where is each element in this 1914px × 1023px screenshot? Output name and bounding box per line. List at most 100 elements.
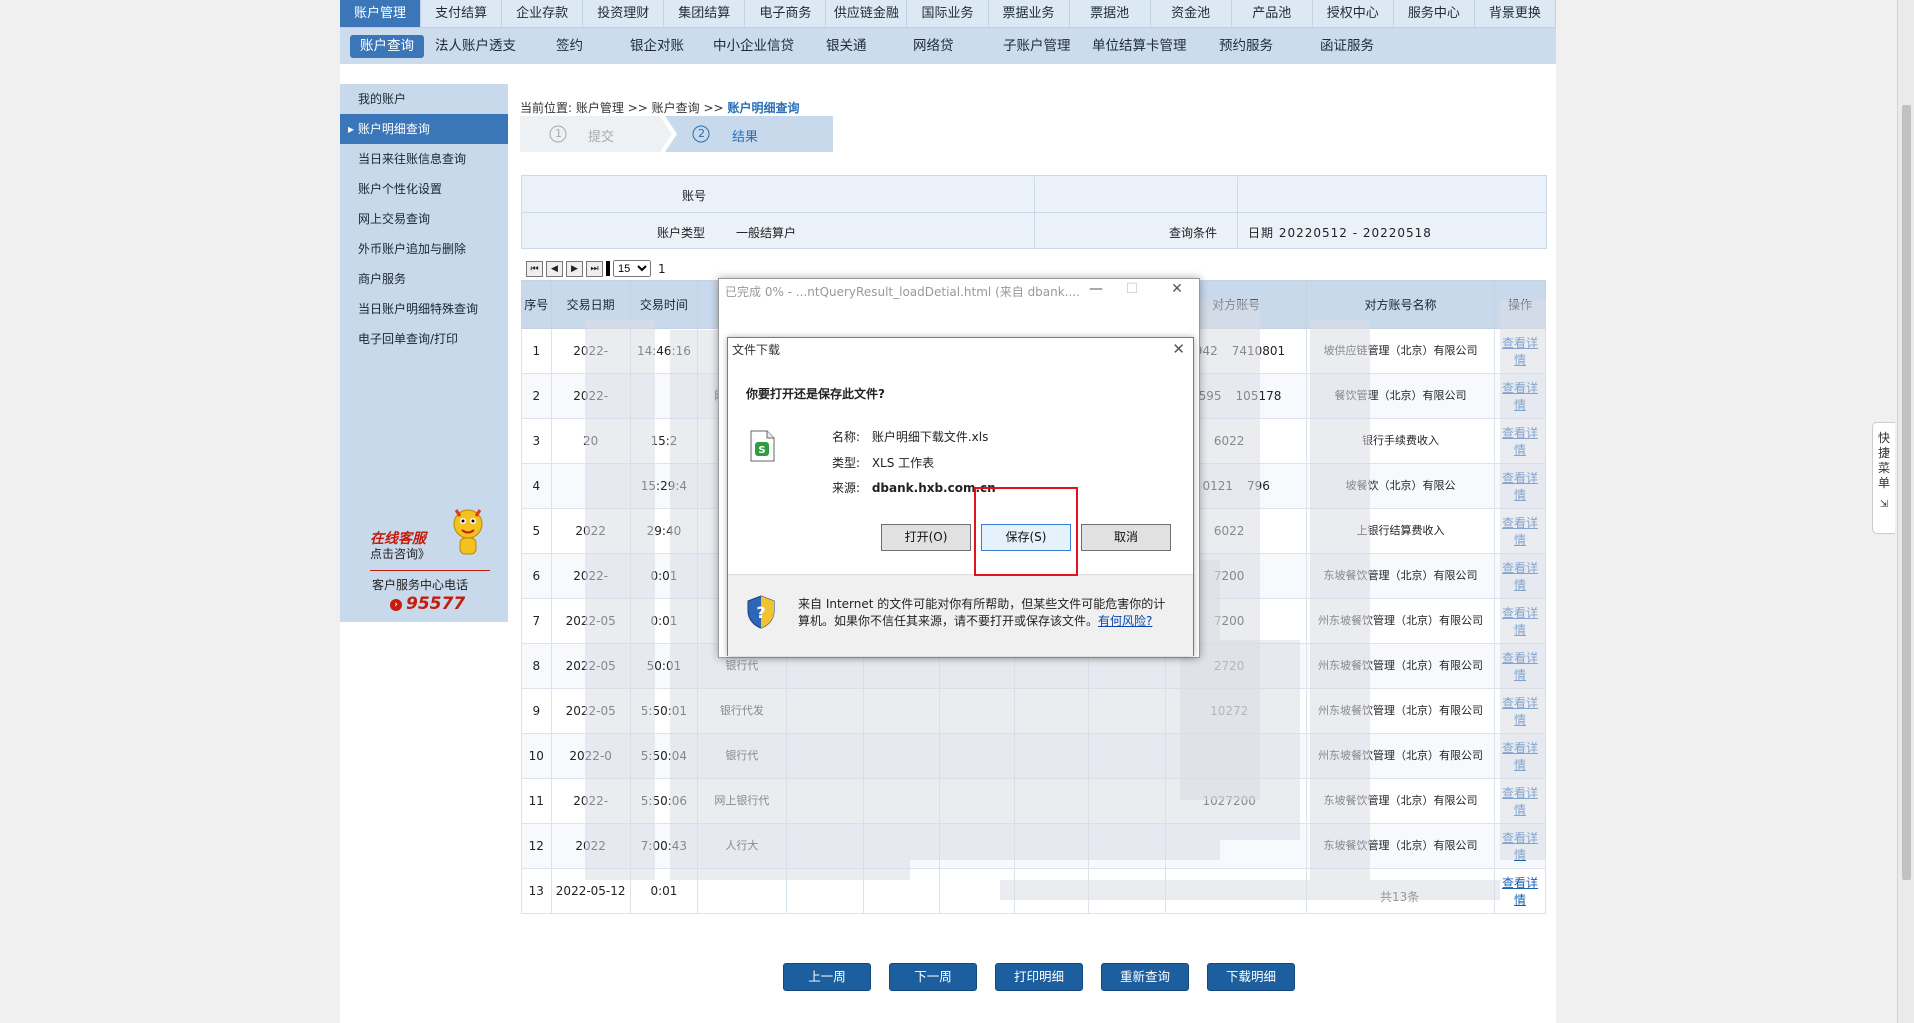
top-nav-tab[interactable]: 支付结算 (421, 0, 503, 27)
table-cell: 8 (521, 643, 552, 689)
page-size-select[interactable]: 15 (613, 260, 651, 277)
step-indicator: 1 提交 2 结果 (520, 114, 833, 154)
sub-nav-item[interactable]: 账户查询 (350, 35, 424, 58)
open-button[interactable]: 打开(O) (881, 524, 971, 551)
last-page-icon[interactable]: ⏭ (586, 260, 603, 277)
sub-nav-item[interactable]: 单位结算卡管理 (1092, 35, 1187, 58)
account-label: 账号 (682, 189, 707, 203)
blur-patch (1000, 880, 1500, 900)
sidebar-item[interactable]: 我的账户 (340, 84, 508, 114)
minimize-icon[interactable]: — (1081, 281, 1111, 297)
first-page-icon[interactable]: ⏮ (526, 260, 543, 277)
view-details-link[interactable]: 查看详情 (1494, 868, 1546, 914)
vertical-scrollbar[interactable] (1897, 0, 1914, 1023)
divider (370, 570, 490, 571)
top-nav-tab[interactable]: 国际业务 (907, 0, 989, 27)
svg-text:?: ? (756, 603, 765, 622)
breadcrumb-current: 账户明细查询 (727, 101, 800, 115)
sub-nav-item[interactable]: 函证服务 (1320, 35, 1374, 58)
table-summary: 共13条 (1380, 890, 1420, 904)
table-cell: 13 (521, 868, 552, 914)
customer-service-panel[interactable]: 在线客服 点击咨询》 客户服务中心电话 › 95577 (340, 494, 508, 622)
top-nav-tab[interactable]: 账户管理 (340, 0, 422, 27)
bottom-button-bar: 上一周 下一周 打印明细 重新查询 下载明细 (783, 963, 1295, 991)
sidebar-item[interactable]: 网上交易查询 (340, 204, 508, 234)
divider (1237, 177, 1238, 249)
sub-nav-item[interactable]: 银关通 (826, 35, 867, 58)
top-nav-tab[interactable]: 企业存款 (502, 0, 584, 27)
warning-text: 来自 Internet 的文件可能对你有所帮助，但某些文件可能危害你的计算机。如… (798, 596, 1173, 630)
top-nav-tab[interactable]: 票据业务 (989, 0, 1070, 27)
blur-patch (1500, 300, 1546, 860)
step-2-number: 2 (698, 127, 705, 140)
sub-nav-item[interactable]: 子账户管理 (1003, 35, 1071, 58)
sidebar-item[interactable]: 账户个性化设置 (340, 174, 508, 204)
sidebar-item[interactable]: 外币账户追加与删除 (340, 234, 508, 264)
sub-nav-item[interactable]: 银企对账 (630, 35, 684, 58)
sidebar-item-label: 当日账户明细特殊查询 (358, 302, 479, 316)
svg-text:S: S (758, 445, 765, 456)
pager: ⏮ ◀ ▶ ⏭ 15 1 (526, 260, 666, 277)
breadcrumb-item[interactable]: 账户管理 (576, 101, 624, 115)
hotline-label: 客户服务中心电话 (372, 578, 469, 592)
sidebar-item[interactable]: 当日账户明细特殊查询 (340, 294, 508, 324)
next-page-icon[interactable]: ▶ (566, 260, 583, 277)
bottom-action-button[interactable]: 下一周 (889, 963, 977, 991)
bottom-action-button[interactable]: 打印明细 (995, 963, 1083, 991)
close-icon[interactable]: ✕ (1162, 281, 1192, 297)
step-2-label: 结果 (732, 130, 759, 145)
top-nav-tab[interactable]: 集团结算 (664, 0, 746, 27)
page-number: 1 (658, 261, 666, 276)
top-nav-tab[interactable]: 票据池 (1070, 0, 1151, 27)
file-name-row: 名称: 账户明细下载文件.xls (832, 428, 988, 445)
query-condition-value: 日期 20220512 - 20220518 (1248, 226, 1432, 240)
bottom-action-button[interactable]: 上一周 (783, 963, 871, 991)
sub-nav-item[interactable]: 法人账户透支 (435, 35, 516, 58)
top-nav-tab[interactable]: 电子商务 (745, 0, 827, 27)
table-cell: 12 (521, 823, 552, 869)
bottom-action-button[interactable]: 重新查询 (1101, 963, 1189, 991)
scrollbar-thumb[interactable] (1902, 105, 1911, 880)
top-nav-tab[interactable]: 供应链金融 (826, 0, 908, 27)
separator (606, 261, 610, 276)
table-cell: 3 (521, 418, 552, 464)
cancel-button[interactable]: 取消 (1081, 524, 1171, 551)
top-nav-tab[interactable]: 授权中心 (1313, 0, 1394, 27)
sidebar-item[interactable]: 当日来往账信息查询 (340, 144, 508, 174)
arrow-icon: ▸ (348, 122, 358, 136)
breadcrumb-separator: >> (627, 101, 648, 115)
file-type-row: 类型: XLS 工作表 (832, 454, 934, 471)
breadcrumb-item[interactable]: 账户查询 (652, 101, 700, 115)
sidebar-item[interactable]: 商户服务 (340, 264, 508, 294)
click-consult-link[interactable]: 点击咨询》 (370, 545, 430, 562)
top-nav-tab[interactable]: 背景更换 (1475, 0, 1556, 27)
sidebar-item-label: 账户明细查询 (357, 122, 430, 136)
top-nav-tab[interactable]: 投资理财 (583, 0, 665, 27)
top-nav-tab[interactable]: 资金池 (1151, 0, 1232, 27)
what-are-risks-link[interactable]: 有何风险? (1098, 614, 1152, 628)
quick-menu-tab[interactable]: 快捷菜单 ⇲ (1872, 422, 1895, 534)
sidebar-item[interactable]: ▸ 账户明细查询 (340, 114, 508, 144)
sub-nav-item[interactable]: 预约服务 (1219, 35, 1273, 58)
table-cell: 6 (521, 553, 552, 599)
mascot-icon (453, 509, 483, 555)
bottom-action-button[interactable]: 下载明细 (1207, 963, 1295, 991)
blur-patch (1310, 320, 1370, 880)
column-header: 序号 (521, 280, 552, 329)
sidebar-item-label: 网上交易查询 (358, 212, 431, 226)
sidebar-item-label: 账户个性化设置 (358, 182, 443, 196)
file-name-label: 名称: (832, 430, 861, 444)
prev-page-icon[interactable]: ◀ (546, 260, 563, 277)
table-cell: 2 (521, 373, 552, 419)
sub-nav-item[interactable]: 网络贷 (913, 35, 954, 58)
sidebar-item-label: 当日来往账信息查询 (358, 152, 467, 166)
file-download-dialog: 文件下载 ✕ 你要打开还是保存此文件? S 名称: 账户明细下载文件.xls 类… (727, 337, 1194, 656)
top-nav-tab[interactable]: 产品池 (1232, 0, 1313, 27)
close-icon[interactable]: ✕ (1172, 340, 1185, 358)
sidebar-item[interactable]: 电子回单查询/打印 (340, 324, 508, 354)
sub-nav-item[interactable]: 签约 (556, 35, 583, 58)
sub-nav-item[interactable]: 中小企业信贷 (713, 35, 794, 58)
top-nav-tab[interactable]: 服务中心 (1394, 0, 1475, 27)
table-cell: 9 (521, 688, 552, 734)
account-type-label: 账户类型 (657, 226, 706, 240)
